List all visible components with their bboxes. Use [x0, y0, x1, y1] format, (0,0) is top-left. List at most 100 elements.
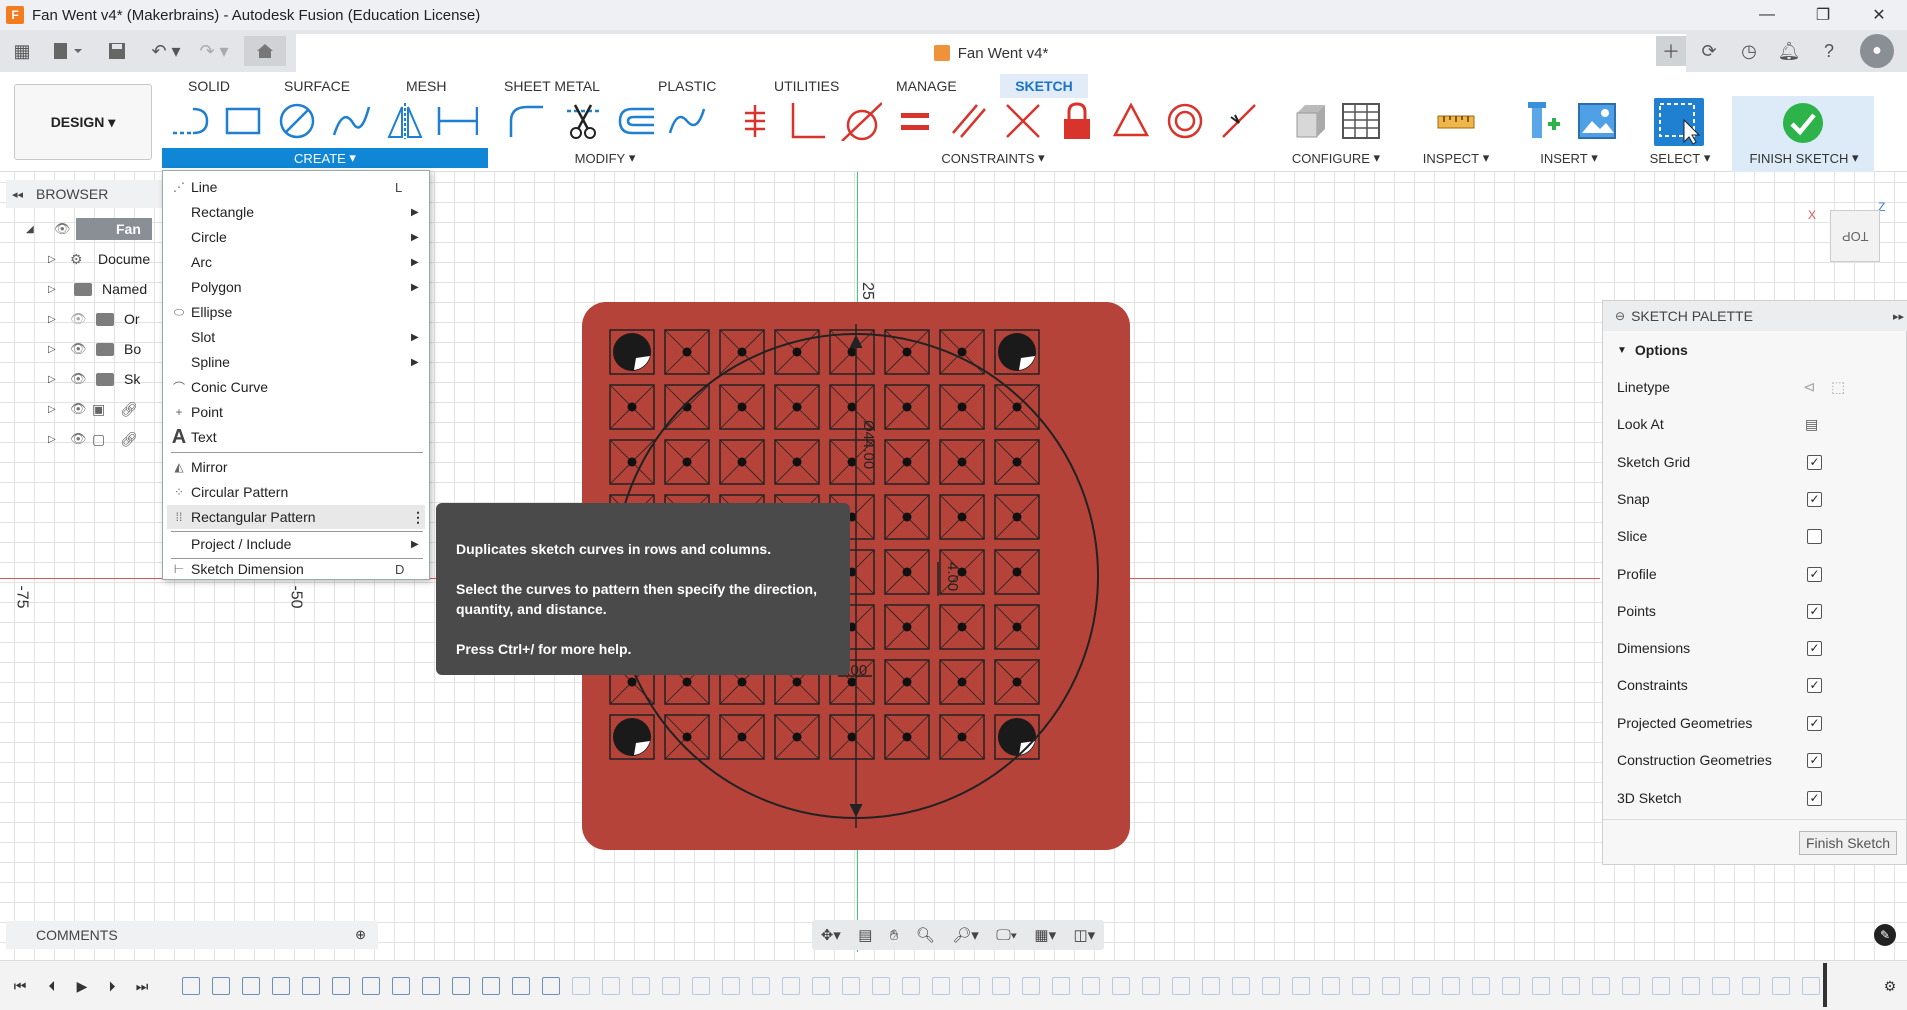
measure-ruler-icon[interactable]	[1434, 100, 1476, 142]
menu-item-project-include[interactable]: Project / Include ▶	[167, 532, 425, 556]
browser-item-bodies[interactable]: ▷ 👁︎ Bo	[48, 336, 141, 362]
timeline-feature-icon[interactable]	[812, 977, 830, 995]
job-status-icon[interactable]: ◷	[1734, 38, 1764, 64]
spline-tool-icon[interactable]	[330, 100, 372, 142]
look-at-calendar-icon[interactable]: ▤	[1805, 416, 1818, 433]
timeline-feature-icon[interactable]	[1562, 977, 1580, 995]
fillet-tool-icon[interactable]	[506, 100, 548, 142]
create-menu-button[interactable]: CREATE ▾	[162, 148, 488, 168]
menu-item-point[interactable]: + Point	[167, 400, 425, 424]
timeline-feature-icon[interactable]	[1082, 977, 1100, 995]
concentric-constraint-icon[interactable]	[1164, 100, 1206, 142]
menu-item-spline[interactable]: Spline ▶	[167, 350, 425, 374]
select-menu-button[interactable]: SELECT ▾	[1640, 148, 1720, 168]
timeline-feature-icon[interactable]	[1682, 977, 1700, 995]
viewcube[interactable]: TOP	[1830, 210, 1880, 262]
offset-tool-icon[interactable]	[614, 100, 656, 142]
timeline-feature-icon[interactable]	[272, 977, 290, 995]
timeline-feature-icon[interactable]	[242, 977, 260, 995]
timeline-feature-icon[interactable]	[902, 977, 920, 995]
menu-item-line[interactable]: ⋰ Line L	[167, 175, 425, 199]
timeline-next-icon[interactable]: ⏵	[100, 975, 124, 997]
timeline-feature-icon[interactable]	[1652, 977, 1670, 995]
equal-constraint-icon[interactable]	[894, 100, 936, 142]
sketch-grid-checkbox[interactable]: ✓	[1807, 454, 1822, 470]
timeline-feature-icon[interactable]	[932, 977, 950, 995]
timeline-feature-icon[interactable]	[1502, 977, 1520, 995]
timeline-feature-icon[interactable]	[722, 977, 740, 995]
timeline-feature-icon[interactable]	[512, 977, 530, 995]
timeline-feature-icon[interactable]	[662, 977, 680, 995]
timeline-last-icon[interactable]: ⏭	[130, 975, 154, 997]
finish-sketch-button[interactable]: Finish Sketch	[1799, 831, 1897, 855]
more-options-icon[interactable]: ⋮	[411, 509, 425, 526]
tab-mesh[interactable]: MESH	[398, 74, 454, 98]
timeline-feature-icon[interactable]	[602, 977, 620, 995]
maximize-button[interactable]: ❐	[1795, 0, 1851, 30]
timeline-feature-icon[interactable]	[992, 977, 1010, 995]
timeline-feature-icon[interactable]	[1622, 977, 1640, 995]
timeline-feature-icon[interactable]	[302, 977, 320, 995]
timeline-feature-icon[interactable]	[1172, 977, 1190, 995]
menu-item-circular-pattern[interactable]: ⁘ Circular Pattern	[167, 480, 425, 504]
grid-settings-icon[interactable]: ▦▾	[1034, 926, 1056, 944]
tab-solid[interactable]: SOLID	[180, 74, 238, 98]
tab-sketch[interactable]: SKETCH	[1000, 74, 1088, 98]
visibility-eye-icon[interactable]: 👁︎	[70, 341, 92, 357]
timeline-feature-icon[interactable]	[1022, 977, 1040, 995]
timeline-feature-icon[interactable]	[452, 977, 470, 995]
midpoint-constraint-icon[interactable]	[1218, 100, 1260, 142]
timeline-feature-icon[interactable]	[482, 977, 500, 995]
timeline-feature-icon[interactable]	[1442, 977, 1460, 995]
timeline-feature-icon[interactable]	[1232, 977, 1250, 995]
timeline-feature-icon[interactable]	[182, 977, 200, 995]
timeline-feature-icon[interactable]	[692, 977, 710, 995]
comments-panel-header[interactable]: COMMENTS ⊕	[6, 921, 378, 949]
orbit-icon[interactable]: ✥▾	[821, 926, 841, 944]
timeline-feature-icon[interactable]	[1262, 977, 1280, 995]
timeline-feature-icon[interactable]	[1592, 977, 1610, 995]
menu-item-sketch-dimension[interactable]: ⊢ Sketch Dimension D	[167, 557, 425, 581]
sketch-palette-header[interactable]: ⊖ SKETCH PALETTE ▸▸	[1603, 301, 1907, 331]
hidden-eye-icon[interactable]: 👁︎	[70, 311, 92, 327]
menu-item-arc[interactable]: Arc ▶	[167, 250, 425, 274]
timeline-feature-icon[interactable]	[782, 977, 800, 995]
minimize-palette-icon[interactable]: ⊖	[1615, 309, 1625, 323]
configure-box-icon[interactable]	[1290, 100, 1332, 142]
menu-item-slot[interactable]: Slot ▶	[167, 325, 425, 349]
notifications-icon[interactable]: 🔔︎	[1774, 38, 1804, 64]
configure-menu-button[interactable]: CONFIGURE ▾	[1284, 148, 1388, 168]
timeline-feature-icon[interactable]	[1292, 977, 1310, 995]
expand-triangle-icon[interactable]: ▷	[48, 434, 58, 445]
zoom-icon[interactable]: 🔍︎	[916, 926, 935, 944]
browser-item-linked-component-1[interactable]: ▷ 👁︎ ▣ 🔗︎	[48, 396, 138, 422]
add-comment-icon[interactable]: ⊕	[355, 927, 366, 943]
menu-item-mirror[interactable]: ◭ Mirror	[167, 455, 425, 479]
configure-table-icon[interactable]	[1340, 100, 1382, 142]
redo-button[interactable]: ↷ ▾	[194, 38, 234, 64]
file-menu-button[interactable]	[48, 38, 86, 64]
minimize-button[interactable]: —	[1739, 0, 1795, 30]
tab-utilities[interactable]: UTILITIES	[766, 74, 847, 98]
browser-item-root[interactable]: ◢ 👁︎ Fan W	[26, 216, 152, 259]
symmetry-constraint-icon[interactable]	[1110, 100, 1152, 142]
save-icon[interactable]	[104, 38, 130, 64]
timeline-feature-icon[interactable]	[1802, 977, 1820, 995]
expand-triangle-icon[interactable]: ▷	[48, 344, 58, 355]
timeline-feature-icon[interactable]	[1112, 977, 1130, 995]
points-checkbox[interactable]: ✓	[1807, 603, 1822, 619]
options-section-header[interactable]: ▼ Options	[1617, 337, 1903, 363]
modify-menu-button[interactable]: MODIFY ▾	[560, 148, 650, 168]
coincident-constraint-icon[interactable]	[1002, 100, 1044, 142]
look-at-icon[interactable]: ▤	[858, 926, 872, 944]
perpendicular-constraint-icon[interactable]	[786, 100, 828, 142]
menu-item-ellipse[interactable]: ⬭ Ellipse	[167, 300, 425, 324]
browser-item-linked-component-2[interactable]: ▷ 👁︎ ▢ 🔗︎	[48, 426, 138, 452]
menu-item-rectangular-pattern[interactable]: ⁞⁞ Rectangular Pattern ⋮	[167, 505, 425, 529]
timeline-feature-icon[interactable]	[422, 977, 440, 995]
tab-surface[interactable]: SURFACE	[276, 74, 358, 98]
browser-item-origin[interactable]: ▷ 👁︎ Or	[48, 306, 140, 332]
spline-modify-icon[interactable]	[666, 100, 708, 142]
finish-sketch-check-icon[interactable]	[1782, 102, 1824, 144]
timeline-feature-icon[interactable]	[362, 977, 380, 995]
